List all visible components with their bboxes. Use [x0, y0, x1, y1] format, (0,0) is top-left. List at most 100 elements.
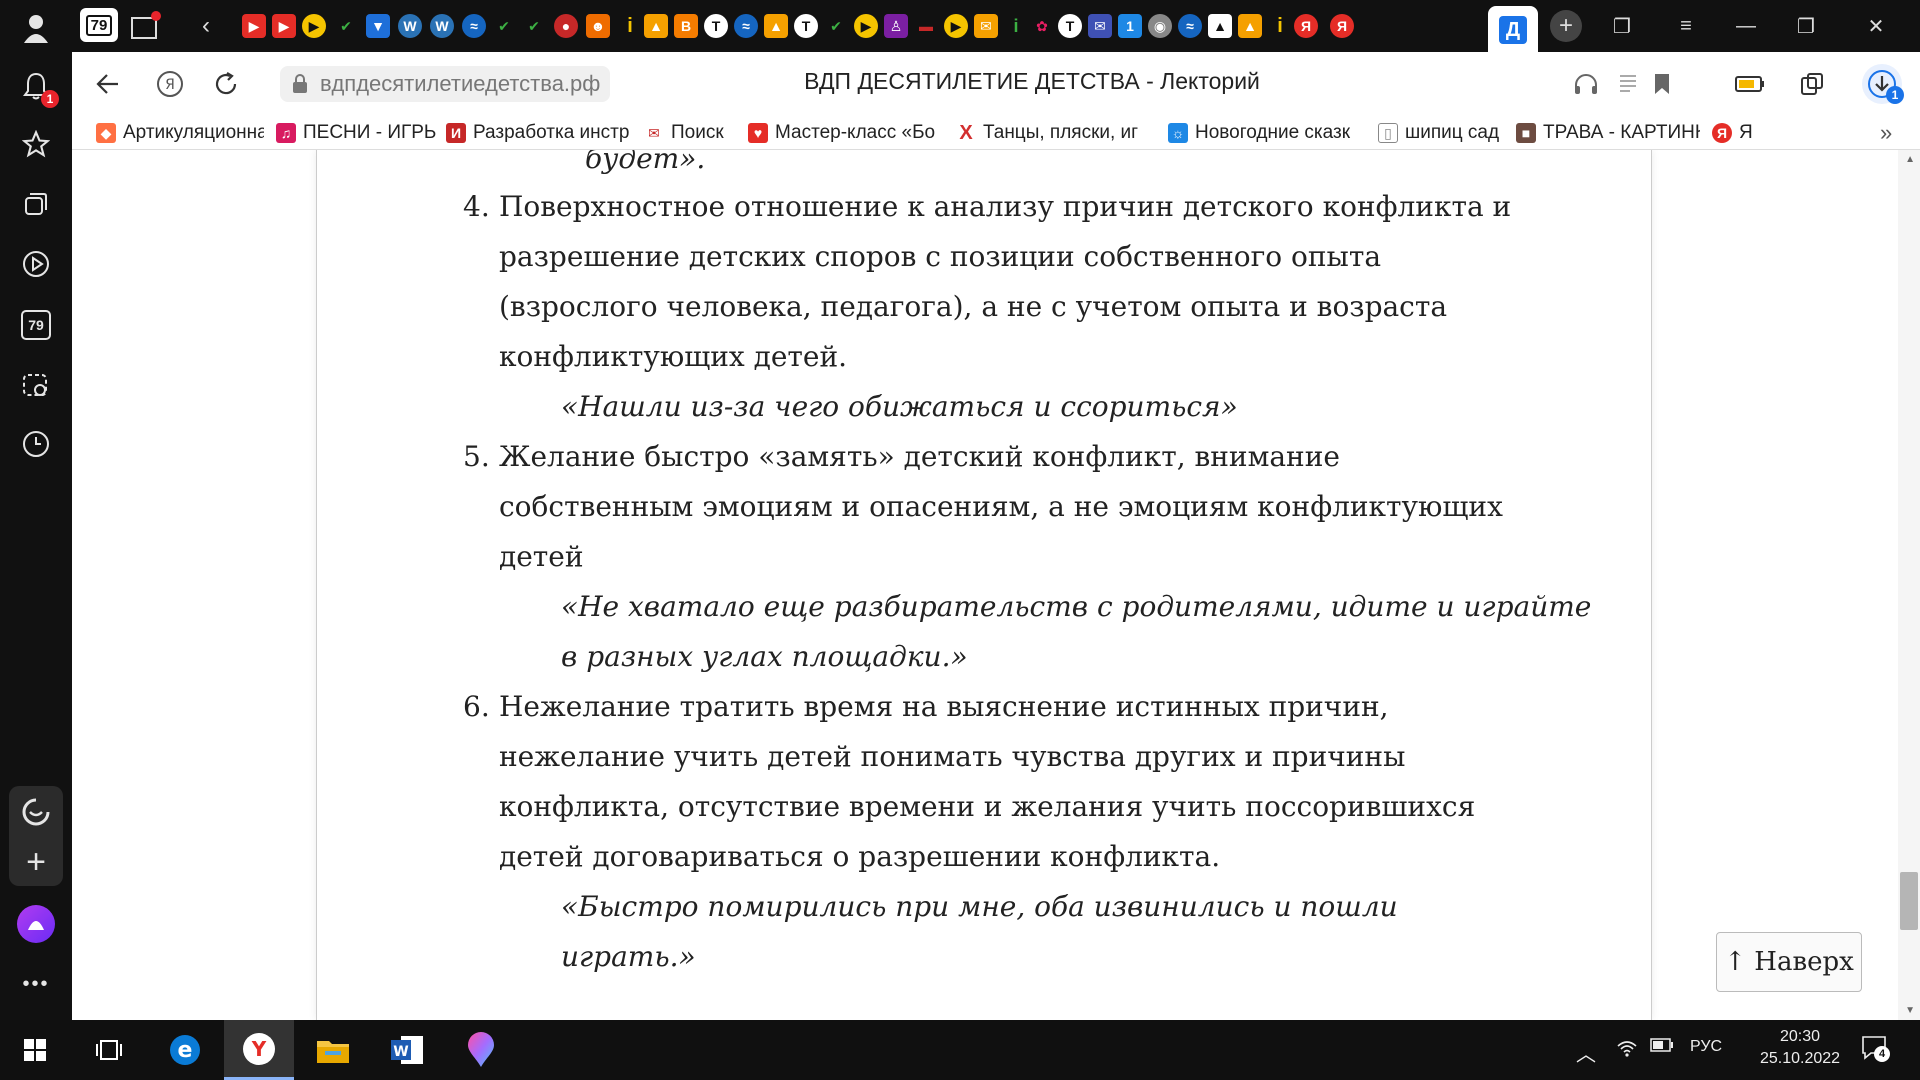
apple-tab-icon[interactable]: ● — [554, 14, 578, 38]
checkmark-tab-icon[interactable]: ✔ — [522, 14, 546, 38]
bookmark-flag-icon[interactable] — [1646, 68, 1678, 100]
swoosh-tab-icon[interactable]: ≈ — [1178, 14, 1202, 38]
alice-assistant-icon[interactable] — [16, 904, 56, 944]
history-clock-icon[interactable] — [16, 424, 56, 464]
new-tab-group-icon[interactable] — [130, 10, 164, 40]
t-circle-tab-icon[interactable]: T — [794, 14, 818, 38]
word-app-icon[interactable]: W — [372, 1020, 442, 1080]
tab-counter[interactable]: 79 — [80, 8, 118, 42]
maps-pin-icon[interactable] — [446, 1020, 516, 1080]
notifications-bell-icon[interactable]: 1 — [16, 66, 59, 108]
refresh-circle-icon[interactable] — [16, 792, 56, 832]
clock[interactable]: 20:30 25.10.2022 — [1750, 1026, 1850, 1070]
headphones-icon[interactable] — [1570, 68, 1602, 100]
scroll-to-top-button[interactable]: ↑ Наверх — [1716, 932, 1862, 992]
bookmark-item[interactable]: ■ ТРАВА - КАРТИНК — [1516, 120, 1700, 146]
file-explorer-icon[interactable] — [298, 1020, 368, 1080]
info-tab-icon[interactable]: i — [618, 14, 642, 38]
collections-icon[interactable] — [16, 184, 56, 224]
bookmarks-star-icon[interactable] — [16, 124, 56, 164]
active-tab[interactable]: Д — [1488, 6, 1538, 52]
restore-window-icon[interactable]: ❐ — [1792, 12, 1820, 40]
yandex-tab-icon[interactable]: Я — [1330, 14, 1354, 38]
profile-icon[interactable] — [16, 8, 56, 48]
shield-tab-icon[interactable]: ▼ — [366, 14, 390, 38]
image-tab-icon[interactable]: ▲ — [764, 14, 788, 38]
windows-start-icon[interactable] — [0, 1020, 70, 1080]
new-tab-plus-icon[interactable]: + — [1550, 10, 1582, 42]
close-window-icon[interactable]: ✕ — [1862, 12, 1890, 40]
wordpress-tab-icon[interactable]: W — [430, 14, 454, 38]
scrollbar-thumb[interactable] — [1900, 872, 1918, 930]
wifi-icon[interactable] — [1616, 1038, 1638, 1063]
address-bar: Я вдпдесятилетиедетства.рф ВДП ДЕСЯТИЛЕТ… — [72, 52, 1920, 116]
minimize-icon[interactable]: — — [1732, 12, 1760, 40]
yandex-tab-icon[interactable]: Я — [1294, 14, 1318, 38]
mail-tab-icon[interactable]: ✉ — [1088, 14, 1112, 38]
scroll-up-arrow-icon[interactable]: ▲ — [1905, 154, 1915, 165]
image-tab-icon[interactable]: ▲ — [1238, 14, 1262, 38]
menu-hamburger-icon[interactable]: ≡ — [1672, 12, 1700, 40]
bookmark-item[interactable]: ♥ Мастер-класс «Бо — [748, 120, 944, 146]
swoosh-tab-icon[interactable]: ≈ — [462, 14, 486, 38]
reload-icon[interactable] — [210, 68, 242, 100]
scroll-tabs-left-icon[interactable]: ‹ — [202, 12, 210, 40]
page-scrollbar[interactable]: ▲ ▼ — [1898, 150, 1920, 1020]
bookmark-item[interactable]: ✉ Поиск — [644, 120, 740, 146]
downloads-icon[interactable]: 1 — [1862, 64, 1904, 104]
battery-saver-icon[interactable] — [1734, 68, 1766, 100]
youtube-tab-icon[interactable]: ▶ — [242, 14, 266, 38]
task-view-icon[interactable] — [74, 1020, 144, 1080]
reader-mode-icon[interactable] — [1612, 68, 1644, 100]
figure-tab-icon[interactable]: ☻ — [586, 14, 610, 38]
youtube-tab-icon[interactable]: ▶ — [272, 14, 296, 38]
t-circle-tab-icon[interactable]: T — [1058, 14, 1082, 38]
back-arrow-icon[interactable] — [92, 68, 124, 100]
checkmark-tab-icon[interactable]: ✔ — [334, 14, 358, 38]
lecture-text-line: Желание быстро «замять» детский конфликт… — [499, 440, 1340, 473]
t-circle-tab-icon[interactable]: T — [704, 14, 728, 38]
checkmark-tab-icon[interactable]: ✔ — [824, 14, 848, 38]
blogger-tab-icon[interactable]: B — [674, 14, 698, 38]
more-bookmarks-chevron-icon[interactable]: » — [1880, 120, 1900, 146]
person-tab-icon[interactable]: ♙ — [884, 14, 908, 38]
info-green-tab-icon[interactable]: i — [1004, 14, 1028, 38]
image-tab-icon[interactable]: ▲ — [644, 14, 668, 38]
info-tab-icon[interactable]: i — [1268, 14, 1292, 38]
yandex-home-icon[interactable]: Я — [154, 68, 186, 100]
bookmark-item[interactable]: ☼ Новогодние сказк — [1168, 120, 1366, 146]
edge-browser-icon[interactable]: e — [150, 1020, 220, 1080]
flower-tab-icon[interactable]: ✿ — [1030, 14, 1054, 38]
play-circle-tab-icon[interactable]: ▶ — [944, 14, 968, 38]
car-tab-icon[interactable]: ▬ — [914, 14, 938, 38]
yandex-browser-taskbar-icon[interactable]: Y — [224, 1020, 294, 1080]
bookmark-item[interactable]: ЯЯ — [1712, 120, 1758, 146]
add-app-icon[interactable]: + — [16, 842, 56, 882]
scroll-down-arrow-icon[interactable]: ▼ — [1905, 1005, 1915, 1016]
screenshot-camera-icon[interactable] — [16, 366, 56, 406]
bookmark-item[interactable]: ◆ Артикуляционная — [96, 120, 264, 146]
language-indicator[interactable]: РУС — [1690, 1038, 1722, 1056]
tabs-count-icon[interactable]: 79 — [21, 310, 51, 340]
more-dots-icon[interactable]: ••• — [16, 964, 56, 1004]
number-one-tab-icon[interactable]: 1 — [1118, 14, 1142, 38]
checkmark-tab-icon[interactable]: ✔ — [492, 14, 516, 38]
play-circle-tab-icon[interactable]: ▶ — [302, 14, 326, 38]
bookmark-item[interactable]: X Танцы, пляски, иг — [956, 120, 1156, 146]
action-center-icon[interactable]: 4 — [1860, 1034, 1890, 1067]
bookmark-item[interactable]: И Разработка инстр — [446, 120, 632, 146]
play-circle-tab-icon[interactable]: ▶ — [854, 14, 878, 38]
swoosh-tab-icon[interactable]: ≈ — [734, 14, 758, 38]
tray-expand-chevron-icon[interactable]: ︿ — [1576, 1038, 1596, 1067]
tab-manager-icon[interactable]: ❐ — [1608, 12, 1636, 40]
gamepad-tab-icon[interactable]: ◉ — [1148, 14, 1172, 38]
mail-badge-tab-icon[interactable]: ✉ — [974, 14, 998, 38]
video-play-icon[interactable] — [16, 244, 56, 284]
url-field[interactable]: вдпдесятилетиедетства.рф — [280, 66, 610, 102]
bookmark-item[interactable]: ▯ шипиц сад — [1378, 120, 1506, 146]
extensions-icon[interactable] — [1796, 68, 1828, 100]
mountain-tab-icon[interactable]: ▲ — [1208, 14, 1232, 38]
bookmark-item[interactable]: ♫ПЕСНИ - ИГРЫ Д/ — [276, 120, 436, 146]
battery-tray-icon[interactable] — [1650, 1038, 1674, 1057]
wordpress-tab-icon[interactable]: W — [398, 14, 422, 38]
